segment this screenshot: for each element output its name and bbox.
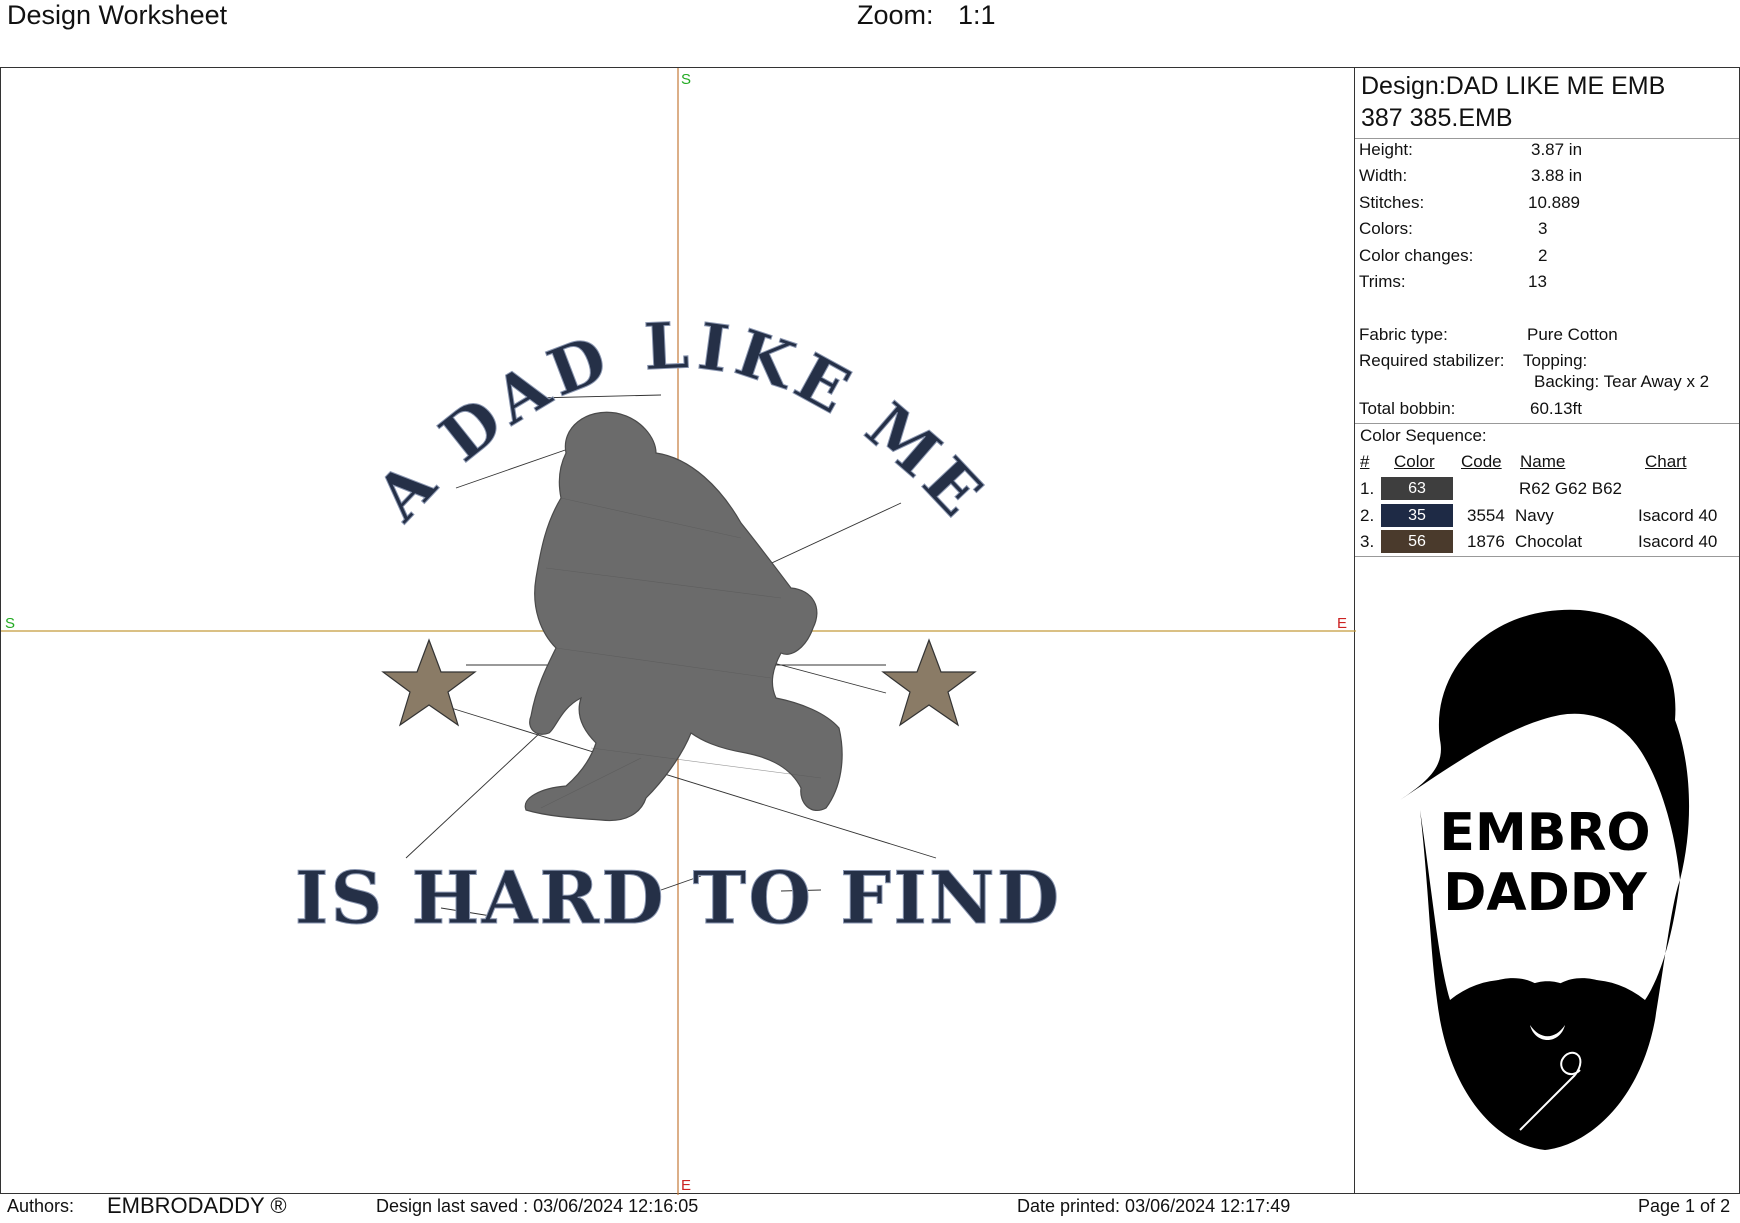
header-code: Code bbox=[1461, 452, 1502, 471]
header-name: Name bbox=[1520, 452, 1566, 471]
design-name-line2: 387 385.EMB bbox=[1361, 104, 1513, 132]
color-swatch: 63 bbox=[1381, 477, 1453, 500]
bigfoot-figure bbox=[524, 411, 843, 822]
color-row: 2. 35 3554 Navy Isacord 40 bbox=[1360, 504, 1718, 527]
design-last-saved: Design last saved : 03/06/2024 12:16:05 bbox=[376, 1196, 699, 1216]
design-preview: S S E E A DAD LIKE ME IS HARD TO FIND bbox=[1, 68, 1356, 1195]
divider bbox=[1355, 138, 1739, 139]
marker-top: S bbox=[681, 71, 691, 88]
zoom-label: Zoom: bbox=[857, 0, 934, 30]
authors-label: Authors: bbox=[7, 1196, 75, 1216]
marker-right: E bbox=[1337, 615, 1347, 632]
header-color: Color bbox=[1394, 452, 1435, 471]
design-name-line1: Design:DAD LIKE ME EMB bbox=[1361, 72, 1666, 100]
color-swatch: 35 bbox=[1381, 504, 1453, 527]
logo-line1: EMBRO bbox=[1439, 803, 1650, 863]
logo-line2: DADDY bbox=[1443, 863, 1648, 923]
star-left bbox=[381, 638, 477, 727]
color-swatch: 56 bbox=[1381, 530, 1453, 553]
embrodaddy-logo: EMBRO DADDY bbox=[1400, 609, 1690, 1150]
header-num: # bbox=[1360, 452, 1370, 471]
authors-value: EMBRODADDY ® bbox=[107, 1193, 287, 1218]
header-chart: Chart bbox=[1645, 452, 1687, 471]
design-text-bottom: IS HARD TO FIND bbox=[295, 855, 1061, 940]
page-number: Page 1 of 2 bbox=[1638, 1196, 1731, 1216]
star-right bbox=[881, 638, 977, 727]
color-sequence-title: Color Sequence: bbox=[1360, 426, 1487, 445]
design-canvas: S S E E A DAD LIKE ME IS HARD TO FIND bbox=[0, 67, 1356, 1195]
divider bbox=[1355, 423, 1739, 424]
divider bbox=[1355, 556, 1739, 557]
marker-left: S bbox=[5, 615, 15, 632]
date-printed: Date printed: 03/06/2024 12:17:49 bbox=[1017, 1196, 1291, 1216]
design-name: Design:DAD LIKE ME EMB 387 385.EMB bbox=[1361, 70, 1665, 134]
color-row: 3. 56 1876 Chocolat Isacord 40 bbox=[1360, 530, 1718, 553]
page-title: Design Worksheet bbox=[7, 0, 228, 30]
marker-bottom: E bbox=[681, 1177, 691, 1194]
zoom-value: 1:1 bbox=[958, 0, 996, 30]
color-row: 1. 63 R62 G62 B62 bbox=[1360, 477, 1623, 500]
